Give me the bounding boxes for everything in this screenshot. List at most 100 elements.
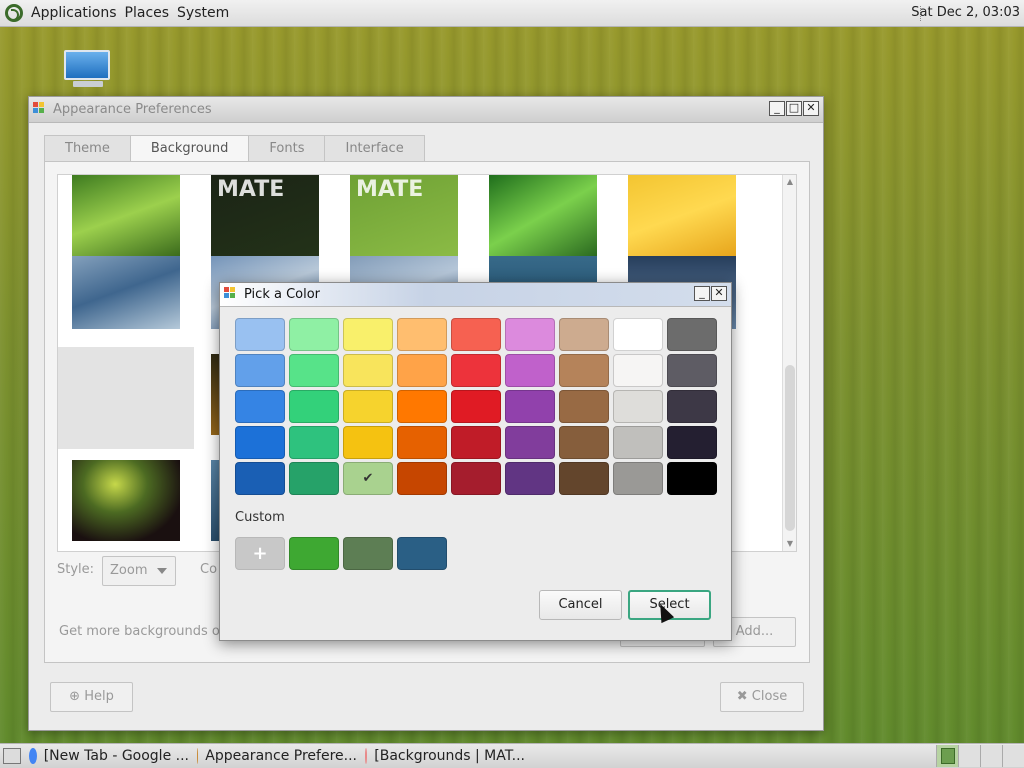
background-scrollbar[interactable]: ▲ ▼ xyxy=(782,175,796,551)
color-swatch[interactable] xyxy=(667,462,717,495)
color-swatch[interactable] xyxy=(613,390,663,423)
color-swatch[interactable] xyxy=(505,318,555,351)
color-swatch[interactable] xyxy=(451,390,501,423)
background-thumbnail[interactable] xyxy=(72,460,180,541)
color-swatch[interactable] xyxy=(289,354,339,387)
color-swatch[interactable] xyxy=(397,390,447,423)
workspace-3[interactable] xyxy=(980,745,1002,767)
clock[interactable]: Sat Dec 2, 03:03 xyxy=(911,5,1020,20)
dialog-minimize-button[interactable]: _ xyxy=(694,286,710,301)
taskbar-item[interactable]: [Backgrounds | MAT... xyxy=(361,745,529,768)
color-swatch[interactable] xyxy=(397,426,447,459)
custom-color-swatch[interactable] xyxy=(397,537,447,570)
more-backgrounds-link[interactable]: Get more backgrounds onl xyxy=(59,624,232,639)
minimize-button[interactable]: _ xyxy=(769,101,785,116)
tab-theme[interactable]: Theme xyxy=(44,135,131,161)
menu-system[interactable]: System xyxy=(175,5,235,21)
scroll-down-arrow[interactable]: ▼ xyxy=(783,537,796,551)
tab-bar: Theme Background Fonts Interface xyxy=(44,135,425,162)
custom-color-swatch[interactable] xyxy=(289,537,339,570)
background-thumbnail[interactable] xyxy=(72,248,180,329)
custom-label: Custom xyxy=(235,510,285,525)
color-swatch[interactable] xyxy=(397,354,447,387)
color-swatch[interactable] xyxy=(559,318,609,351)
color-swatch[interactable] xyxy=(235,354,285,387)
checkmark-icon: ✔ xyxy=(362,471,374,486)
color-swatch[interactable] xyxy=(505,354,555,387)
color-swatch[interactable] xyxy=(343,354,393,387)
close-window-button[interactable]: ✕ xyxy=(803,101,819,116)
style-dropdown[interactable]: Zoom xyxy=(102,556,176,586)
task-app-icon xyxy=(197,748,199,764)
workspace-1[interactable] xyxy=(936,745,958,767)
color-swatch[interactable] xyxy=(667,354,717,387)
background-thumbnail[interactable]: MATE xyxy=(350,175,458,256)
color-swatch[interactable] xyxy=(289,318,339,351)
color-swatch[interactable] xyxy=(505,390,555,423)
tab-fonts[interactable]: Fonts xyxy=(248,135,326,161)
color-swatch[interactable] xyxy=(505,426,555,459)
color-swatch[interactable] xyxy=(613,318,663,351)
color-swatch[interactable] xyxy=(559,426,609,459)
color-swatch[interactable] xyxy=(559,462,609,495)
tab-interface[interactable]: Interface xyxy=(324,135,425,161)
scroll-thumb[interactable] xyxy=(785,365,795,531)
menu-places[interactable]: Places xyxy=(123,5,176,21)
add-custom-color-button[interactable]: + xyxy=(235,537,285,570)
menu-applications[interactable]: Applications xyxy=(29,5,123,21)
color-swatch[interactable] xyxy=(613,354,663,387)
color-swatch[interactable] xyxy=(667,390,717,423)
color-swatch[interactable] xyxy=(451,462,501,495)
close-button[interactable]: ✖ Close xyxy=(720,682,804,712)
color-swatch[interactable] xyxy=(667,318,717,351)
show-desktop-icon[interactable] xyxy=(3,748,21,764)
color-swatch[interactable] xyxy=(667,426,717,459)
color-swatch[interactable] xyxy=(235,390,285,423)
cancel-button[interactable]: Cancel xyxy=(539,590,622,620)
taskbar-item[interactable]: Appearance Prefere... xyxy=(193,745,361,768)
computer-icon[interactable] xyxy=(64,50,112,90)
workspace-4[interactable] xyxy=(1002,745,1024,767)
color-swatch[interactable] xyxy=(289,462,339,495)
color-swatch[interactable] xyxy=(505,462,555,495)
color-swatch[interactable] xyxy=(343,390,393,423)
top-panel: Applications Places System Sat Dec 2, 03… xyxy=(0,0,1024,27)
color-swatch[interactable] xyxy=(235,318,285,351)
appearance-window-title: Appearance Preferences xyxy=(53,102,212,117)
color-swatch[interactable] xyxy=(397,318,447,351)
color-swatch[interactable] xyxy=(613,426,663,459)
background-thumbnail[interactable] xyxy=(489,175,597,256)
color-swatch[interactable] xyxy=(613,462,663,495)
workspace-2[interactable] xyxy=(958,745,980,767)
scroll-up-arrow[interactable]: ▲ xyxy=(783,175,796,189)
pick-color-titlebar[interactable]: Pick a Color _ ✕ xyxy=(220,283,731,307)
color-swatch[interactable] xyxy=(289,390,339,423)
dialog-close-button[interactable]: ✕ xyxy=(711,286,727,301)
color-swatch[interactable] xyxy=(451,426,501,459)
color-swatch[interactable] xyxy=(397,462,447,495)
color-swatch[interactable] xyxy=(559,390,609,423)
color-swatch[interactable] xyxy=(235,426,285,459)
computer-screen xyxy=(64,50,110,80)
help-button[interactable]: ⊕ Help xyxy=(50,682,133,712)
color-swatch[interactable]: ✔ xyxy=(343,462,393,495)
taskbar-item[interactable]: [New Tab - Google ... xyxy=(25,745,193,768)
computer-base xyxy=(73,81,103,87)
add-button-label: Add... xyxy=(735,624,774,639)
maximize-button[interactable]: □ xyxy=(786,101,802,116)
color-swatch[interactable] xyxy=(451,354,501,387)
color-swatch[interactable] xyxy=(235,462,285,495)
appearance-titlebar[interactable]: Appearance Preferences _ □ ✕ xyxy=(29,97,823,123)
color-swatch[interactable] xyxy=(451,318,501,351)
chevron-down-icon xyxy=(157,568,167,574)
background-thumbnail[interactable]: MATE xyxy=(211,175,319,256)
mate-logo-icon[interactable] xyxy=(5,4,23,22)
custom-color-swatch[interactable] xyxy=(343,537,393,570)
background-thumbnail[interactable] xyxy=(628,175,736,256)
tab-background[interactable]: Background xyxy=(129,135,250,162)
color-swatch[interactable] xyxy=(559,354,609,387)
color-swatch[interactable] xyxy=(343,318,393,351)
color-swatch[interactable] xyxy=(343,426,393,459)
color-swatch[interactable] xyxy=(289,426,339,459)
background-thumbnail[interactable] xyxy=(72,175,180,256)
